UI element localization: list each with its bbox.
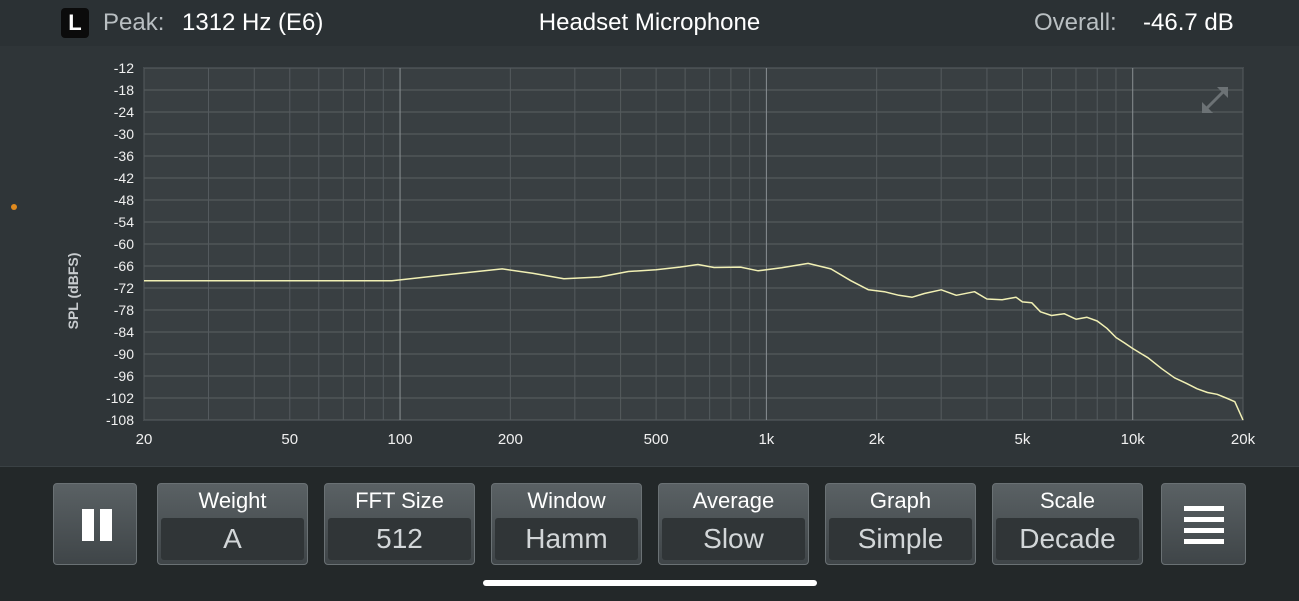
weight-value: A: [161, 518, 304, 560]
y-tick-label: -72: [114, 280, 134, 296]
scale-value: Decade: [996, 518, 1139, 560]
weight-control[interactable]: Weight A: [157, 483, 308, 565]
y-tick-label: -24: [114, 104, 134, 120]
y-tick-label: -12: [114, 60, 134, 76]
fft-size-title: FFT Size: [355, 488, 444, 513]
y-axis-ticks: -12 -18 -24 -30 -36 -42 -48 -54 -60 -66 -72 -78 -84 -…: [106, 60, 134, 428]
x-tick-label: 500: [644, 431, 669, 448]
x-tick-label: 1k: [758, 431, 774, 448]
average-title: Average: [692, 488, 775, 513]
scale-title: Scale: [1039, 488, 1096, 513]
window-value: Hamm: [495, 518, 638, 560]
y-tick-label: -96: [114, 368, 134, 384]
menu-icon: [1184, 506, 1224, 544]
x-tick-label: 10k: [1121, 431, 1146, 448]
spectrum-plot-area: -12 -18 -24 -30 -36 -42 -48 -54 -60 -66 -72 -78 -84 -…: [0, 46, 1299, 466]
y-tick-label: -60: [114, 236, 134, 252]
header-bar: L Peak: 1312 Hz (E6) Headset Microphone …: [0, 0, 1299, 46]
y-tick-label: -102: [106, 390, 134, 406]
fft-size-value: 512: [328, 518, 471, 560]
average-control[interactable]: Average Slow: [658, 483, 809, 565]
y-tick-label: -84: [114, 324, 134, 340]
graph-title: Graph: [869, 488, 932, 513]
y-tick-label: -78: [114, 302, 134, 318]
graph-control[interactable]: Graph Simple: [825, 483, 976, 565]
x-tick-label: 50: [281, 431, 298, 448]
home-indicator[interactable]: [483, 580, 817, 586]
y-tick-label: -30: [114, 126, 134, 142]
overall-label: Overall:: [1034, 9, 1117, 36]
overall-value: -46.7 dB: [1143, 9, 1234, 36]
y-axis-label: SPL (dBFS): [65, 253, 81, 330]
average-value: Slow: [662, 518, 805, 560]
window-title: Window: [527, 488, 606, 513]
y-tick-label: -18: [114, 82, 134, 98]
y-tick-label: -42: [114, 170, 134, 186]
y-tick-label: -66: [114, 258, 134, 274]
y-tick-label: -48: [114, 192, 134, 208]
y-tick-label: -90: [114, 346, 134, 362]
window-control[interactable]: Window Hamm: [491, 483, 642, 565]
menu-button[interactable]: [1161, 483, 1246, 565]
y-tick-label: -36: [114, 148, 134, 164]
x-tick-label: 20k: [1231, 431, 1256, 448]
graph-value: Simple: [829, 518, 972, 560]
x-tick-label: 200: [498, 431, 523, 448]
spectrum-chart[interactable]: -12 -18 -24 -30 -36 -42 -48 -54 -60 -66 -72 -78 -84 -…: [0, 46, 1299, 466]
weight-title: Weight: [198, 488, 267, 513]
x-tick-label: 100: [388, 431, 413, 448]
y-tick-label: -54: [114, 214, 134, 230]
fft-size-control[interactable]: FFT Size 512: [324, 483, 475, 565]
x-tick-label: 20: [136, 431, 153, 448]
scale-control[interactable]: Scale Decade: [992, 483, 1143, 565]
x-tick-label: 2k: [869, 431, 885, 448]
pause-button[interactable]: [53, 483, 137, 565]
pause-icon: [82, 509, 112, 541]
x-tick-label: 5k: [1015, 431, 1031, 448]
x-axis-ticks: 20 50 100 200 500 1k 2k 5k 10k 20k: [136, 431, 1256, 448]
y-tick-label: -108: [106, 412, 134, 428]
